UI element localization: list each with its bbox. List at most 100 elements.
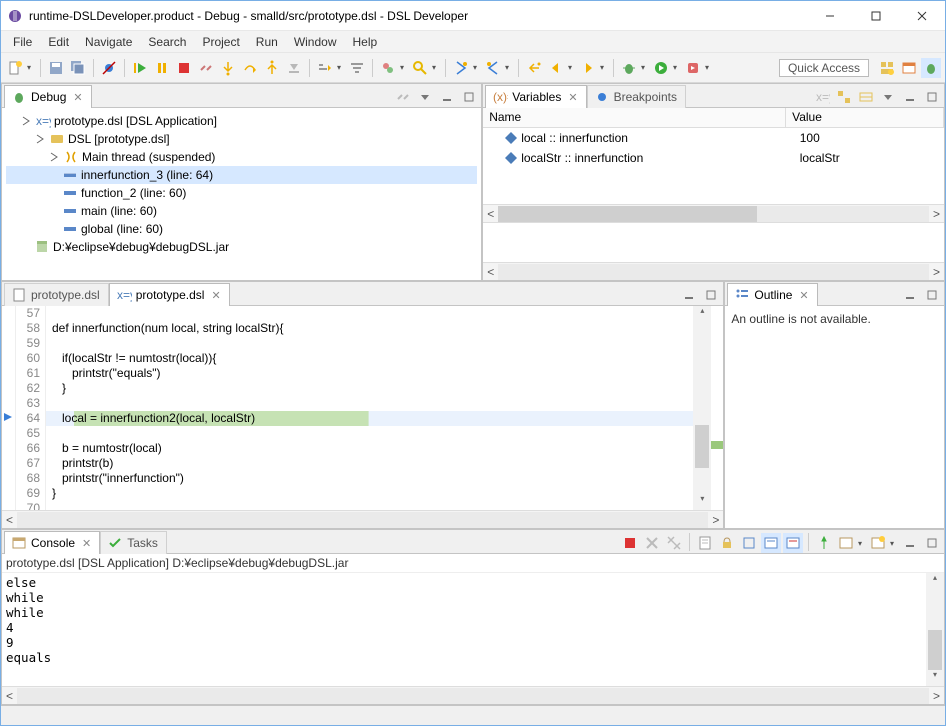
- v-scrollbar[interactable]: ▴▾: [926, 573, 944, 686]
- last-edit-icon[interactable]: [524, 58, 544, 78]
- create-dsl-icon[interactable]: [378, 58, 398, 78]
- console-tab[interactable]: Console ✕: [4, 531, 100, 554]
- tree-launch[interactable]: x=yprototype.dsl [DSL Application]: [6, 112, 477, 130]
- variable-row[interactable]: local :: innerfunction 100: [483, 128, 944, 148]
- instruction-step-icon[interactable]: [315, 58, 335, 78]
- h-scrollbar[interactable]: <>: [483, 262, 944, 280]
- use-step-filters-icon[interactable]: [347, 58, 367, 78]
- minimize-view-icon[interactable]: [900, 285, 920, 305]
- remove-launch-icon[interactable]: [642, 533, 662, 553]
- next-annotation-icon[interactable]: [451, 58, 471, 78]
- save-all-icon[interactable]: [68, 58, 88, 78]
- code-editor[interactable]: 5758596061626364656667686970 def innerfu…: [2, 306, 723, 510]
- show-when-error-icon[interactable]: [783, 533, 803, 553]
- variables-tab[interactable]: (x)= Variables ✕: [485, 85, 586, 108]
- step-into-icon[interactable]: [218, 58, 238, 78]
- h-scrollbar[interactable]: <>: [2, 686, 944, 704]
- clear-console-icon[interactable]: [695, 533, 715, 553]
- tasks-tab[interactable]: Tasks: [100, 531, 167, 554]
- minimize-view-icon[interactable]: [900, 87, 920, 107]
- prev-annotation-icon[interactable]: [483, 58, 503, 78]
- close-icon[interactable]: ✕: [796, 289, 808, 302]
- menu-window[interactable]: Window: [286, 33, 345, 51]
- overview-marker[interactable]: [711, 441, 723, 449]
- maximize-view-icon[interactable]: [922, 533, 942, 553]
- skip-breakpoints-icon[interactable]: [99, 58, 119, 78]
- resume-icon[interactable]: [130, 58, 150, 78]
- dsl-perspective-icon[interactable]: [899, 58, 919, 78]
- close-icon[interactable]: ✕: [70, 91, 82, 104]
- tree-process[interactable]: DSL [prototype.dsl]: [6, 130, 477, 148]
- back-icon[interactable]: [546, 58, 566, 78]
- type-names-icon[interactable]: x=y: [812, 87, 832, 107]
- maximize-view-icon[interactable]: [922, 285, 942, 305]
- close-icon[interactable]: ✕: [565, 91, 577, 104]
- collapse-all-icon[interactable]: [834, 87, 854, 107]
- maximize-view-icon[interactable]: [922, 87, 942, 107]
- step-over-icon[interactable]: [240, 58, 260, 78]
- save-icon[interactable]: [46, 58, 66, 78]
- ext-tools-icon[interactable]: [683, 58, 703, 78]
- search-icon[interactable]: [410, 58, 430, 78]
- h-scrollbar[interactable]: <>: [2, 510, 723, 528]
- variable-row[interactable]: localStr :: innerfunction localStr: [483, 148, 944, 168]
- menu-project[interactable]: Project: [194, 33, 247, 51]
- drop-to-frame-icon[interactable]: [284, 58, 304, 78]
- minimize-button[interactable]: [807, 1, 853, 31]
- v-scrollbar[interactable]: ▴▾: [693, 306, 711, 510]
- minimize-view-icon[interactable]: [437, 87, 457, 107]
- open-perspective-icon[interactable]: [877, 58, 897, 78]
- suspend-icon[interactable]: [152, 58, 172, 78]
- outline-tab[interactable]: Outline ✕: [727, 283, 817, 306]
- display-console-icon[interactable]: [836, 533, 856, 553]
- stack-frame-0[interactable]: innerfunction_3 (line: 64): [6, 166, 477, 184]
- close-button[interactable]: [899, 1, 945, 31]
- close-icon[interactable]: ✕: [208, 289, 220, 302]
- maximize-view-icon[interactable]: [459, 87, 479, 107]
- console-output[interactable]: else while while 4 9 equals: [2, 573, 926, 686]
- debug-perspective-icon[interactable]: [921, 58, 941, 78]
- debug-tab[interactable]: Debug ✕: [4, 85, 92, 108]
- vars-layout-icon[interactable]: [856, 87, 876, 107]
- menu-run[interactable]: Run: [248, 33, 286, 51]
- step-return-icon[interactable]: [262, 58, 282, 78]
- h-scrollbar[interactable]: <>: [483, 204, 944, 222]
- debug-toolbar-icon[interactable]: [393, 87, 413, 107]
- view-menu-icon[interactable]: [415, 87, 435, 107]
- variables-header[interactable]: Name Value: [483, 108, 944, 128]
- editor-tab-active[interactable]: x=y prototype.dsl ✕: [109, 283, 230, 306]
- tree-thread[interactable]: Main thread (suspended): [6, 148, 477, 166]
- stack-frame-2[interactable]: main (line: 60): [6, 202, 477, 220]
- view-menu-icon[interactable]: [878, 87, 898, 107]
- new-icon[interactable]: [5, 58, 25, 78]
- forward-icon[interactable]: [578, 58, 598, 78]
- breakpoints-tab[interactable]: Breakpoints: [587, 85, 686, 108]
- pin-console-icon[interactable]: [814, 533, 834, 553]
- word-wrap-icon[interactable]: [739, 533, 759, 553]
- menu-edit[interactable]: Edit: [40, 33, 77, 51]
- terminate-icon[interactable]: [174, 58, 194, 78]
- disconnect-icon[interactable]: [196, 58, 216, 78]
- editor-tab-inactive[interactable]: prototype.dsl: [4, 283, 109, 306]
- menu-help[interactable]: Help: [345, 33, 386, 51]
- open-console-icon[interactable]: [868, 533, 888, 553]
- menu-search[interactable]: Search: [140, 33, 194, 51]
- stack-frame-1[interactable]: function_2 (line: 60): [6, 184, 477, 202]
- show-when-output-icon[interactable]: [761, 533, 781, 553]
- maximize-view-icon[interactable]: [701, 285, 721, 305]
- tree-jar[interactable]: D:¥eclipse¥debug¥debugDSL.jar: [6, 238, 477, 256]
- debug-icon[interactable]: [619, 58, 639, 78]
- new-dropdown[interactable]: ▾: [27, 63, 35, 72]
- maximize-button[interactable]: [853, 1, 899, 31]
- minimize-view-icon[interactable]: [679, 285, 699, 305]
- close-icon[interactable]: ✕: [79, 537, 91, 550]
- scroll-lock-icon[interactable]: [717, 533, 737, 553]
- remove-all-icon[interactable]: [664, 533, 684, 553]
- menu-file[interactable]: File: [5, 33, 40, 51]
- terminate-icon[interactable]: [620, 533, 640, 553]
- quick-access[interactable]: Quick Access: [779, 59, 869, 77]
- menu-navigate[interactable]: Navigate: [77, 33, 140, 51]
- stack-frame-3[interactable]: global (line: 60): [6, 220, 477, 238]
- minimize-view-icon[interactable]: [900, 533, 920, 553]
- run-icon[interactable]: [651, 58, 671, 78]
